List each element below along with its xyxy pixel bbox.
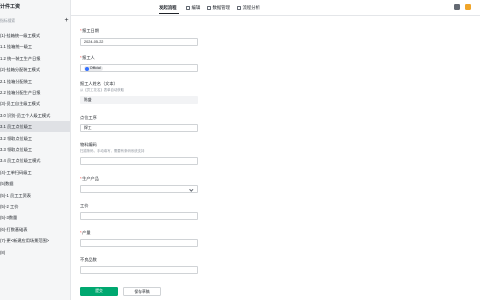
reporter-field[interactable]: Official [80, 64, 198, 72]
app-icon[interactable] [454, 4, 460, 10]
active-tab-underline [159, 13, 179, 15]
material-code-input[interactable] [80, 157, 198, 165]
sidebar-item[interactable]: 3.0 识别-员工个人级工模式 [0, 110, 70, 121]
sidebar-item[interactable]: 2.2 挂箱分配生产日报 [0, 87, 70, 98]
submit-button[interactable]: 提交 [80, 287, 118, 296]
tab-data-management[interactable]: 数据管理 [207, 4, 230, 12]
sidebar-item[interactable]: (7)-更<新建应用场景范围> [0, 235, 70, 246]
sidebar-item[interactable]: (5)-2 工价 [0, 201, 70, 212]
report-date-input[interactable]: 2024-05-22 [80, 38, 198, 46]
table-icon [207, 6, 211, 10]
sidebar-item[interactable]: 1.2 统一装工生产日报 [0, 53, 70, 64]
sidebar-item[interactable]: (5)-1 员工工资表 [0, 190, 70, 201]
sidebar-item[interactable]: (5)数据 [0, 178, 70, 189]
sidebar-item[interactable]: 3.2 领取点位级工 [0, 133, 70, 144]
notification-icon[interactable] [465, 4, 471, 10]
chevron-down-icon [189, 186, 194, 191]
tab-process-analysis[interactable]: 流程分析 [237, 4, 260, 12]
sidebar-item[interactable]: 1.1 挂箱统一级工 [0, 41, 70, 52]
avatar [84, 66, 89, 71]
sidebar-item[interactable]: 3.1 员工点位级工 [0, 121, 70, 133]
unit-price-input[interactable] [80, 212, 198, 220]
save-draft-button[interactable]: 保存草稿 [123, 287, 161, 296]
search-input[interactable]: 指标搜索 [0, 19, 15, 24]
reporter-name-description: 从【员工花名】表单自动获取 [80, 88, 125, 92]
process-input[interactable]: 焊工 [80, 124, 198, 132]
reporter-label: *报工人 [80, 55, 95, 60]
reporter-name-input[interactable]: 陈盛 [80, 96, 198, 104]
output-input[interactable] [80, 239, 198, 247]
sidebar-item[interactable]: (5)-3数量 [0, 212, 70, 223]
defect-count-input[interactable] [80, 266, 198, 274]
sidebar-item[interactable]: 2.1 挂箱分配装工 [0, 76, 70, 87]
tab-edit[interactable]: 编辑 [186, 4, 200, 12]
top-toolbar: 发起流程 编辑 数据管理 流程分析 [71, 0, 480, 16]
tab-data-management-label: 数据管理 [212, 5, 231, 10]
tab-start-process-label: 发起流程 [159, 5, 177, 10]
defect-count-label: 不良品数 [80, 257, 97, 262]
form-area: *报工日期 2024-05-22 *报工人 Official 报工人姓名（文本）… [71, 16, 480, 300]
tab-process-analysis-label: 流程分析 [242, 5, 261, 10]
sidebar-item[interactable]: (3)-员工自主级工模式 [0, 98, 70, 109]
tab-start-process[interactable]: 发起流程 [159, 4, 177, 12]
sidebar-item[interactable]: 3.4 员工点位级工模式 [0, 155, 70, 166]
sidebar-item[interactable]: 3.3 领取点位级工 [0, 144, 70, 155]
report-date-label: *报工日期 [80, 28, 99, 33]
app-title: 计件工资 [0, 4, 21, 10]
product-select[interactable] [80, 185, 198, 193]
process-label: 点位工序 [80, 115, 97, 120]
sidebar-item[interactable]: (1)-挂箱统一级工模式 [0, 30, 70, 41]
reporter-tag: Official [84, 66, 103, 71]
sidebar-item[interactable]: (6)-打数基础表 [0, 224, 70, 235]
product-label: *生产产品 [80, 176, 99, 181]
sidebar-item[interactable]: (4)-工单扫码级工 [0, 167, 70, 178]
sidebar-item[interactable]: (8) [0, 247, 70, 258]
chart-icon [237, 6, 241, 10]
output-label: *产量 [80, 230, 91, 235]
sidebar-search[interactable]: 指标搜索 + [0, 17, 70, 27]
material-code-description: 扫描条码，手动填写，需要有条码系统支持 [80, 149, 145, 153]
sidebar-item[interactable]: (2)-挂箱分配装工模式 [0, 64, 70, 75]
add-button[interactable]: + [63, 17, 70, 24]
sidebar: 计件工资 指标搜索 + (1)-挂箱统一级工模式 1.1 挂箱统一级工 1.2 统一… [0, 0, 71, 300]
unit-price-label: 工价 [80, 203, 89, 208]
tab-edit-label: 编辑 [191, 5, 201, 10]
pencil-icon [186, 6, 190, 10]
